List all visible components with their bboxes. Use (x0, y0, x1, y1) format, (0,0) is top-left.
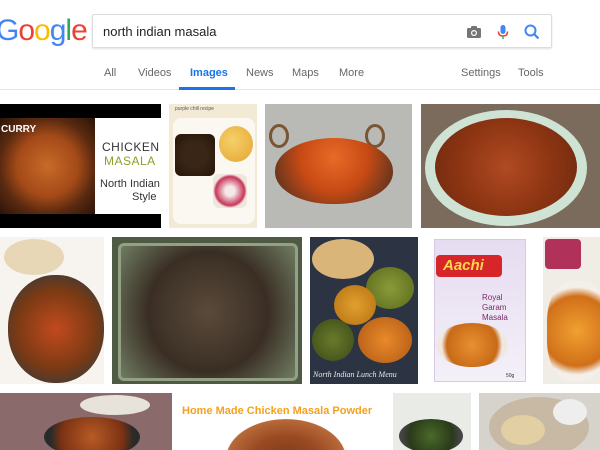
image-result-13[interactable] (479, 393, 600, 450)
tab-images[interactable]: Images (190, 67, 228, 79)
google-logo[interactable]: Google (0, 14, 88, 48)
product-label: Royal (482, 293, 503, 302)
food-photo (312, 239, 374, 279)
image-border (0, 104, 161, 118)
brand-name: Aachi (443, 257, 484, 274)
logo-letter: g (49, 14, 67, 47)
food-photo (269, 124, 289, 148)
food-photo (219, 126, 253, 162)
tools-link[interactable]: Tools (518, 67, 544, 79)
image-result-3[interactable] (265, 104, 412, 228)
food-photo (547, 281, 600, 381)
food-photo (175, 134, 215, 176)
food-photo (275, 138, 393, 204)
header: Google All Videos (0, 0, 600, 90)
product-label: Garam (482, 303, 507, 312)
search-icon[interactable] (522, 22, 542, 42)
tab-news[interactable]: News (246, 67, 274, 79)
food-photo (44, 417, 140, 450)
food-photo (8, 275, 104, 383)
food-photo (312, 319, 354, 361)
image-result-5[interactable] (0, 237, 104, 384)
search-tabs: All Videos Images News Maps More Setting… (0, 56, 600, 90)
image-result-10[interactable] (0, 393, 172, 450)
tab-more[interactable]: More (339, 67, 364, 79)
image-result-9[interactable] (543, 237, 600, 384)
logo-letter: o (18, 14, 35, 47)
image-result-4[interactable] (421, 104, 600, 228)
image-result-8[interactable]: Aachi Royal Garam Masala 50g (426, 237, 535, 384)
food-photo (80, 395, 150, 415)
food-photo (213, 174, 247, 208)
tab-all[interactable]: All (104, 67, 116, 79)
image-overlay-text: MASALA (104, 154, 156, 168)
food-photo (553, 399, 587, 425)
image-result-2[interactable]: purple chili recipe (169, 104, 257, 228)
search-box (92, 14, 552, 48)
image-result-7[interactable]: North Indian Lunch Menu (310, 237, 418, 384)
image-overlay-text: Style (132, 191, 157, 203)
food-photo (334, 285, 376, 325)
image-result-1[interactable]: CURRY CHICKEN MASALA North Indian Style (0, 104, 161, 228)
food-photo (501, 415, 545, 445)
product-weight: 50g (506, 373, 515, 379)
food-photo (436, 323, 508, 367)
image-result-12[interactable] (393, 393, 471, 450)
product-label: Masala (482, 313, 508, 322)
food-photo (358, 317, 412, 363)
image-result-6[interactable] (112, 237, 302, 384)
food-photo (118, 243, 298, 381)
image-overlay-text: Home Made Chicken Masala Powder (182, 405, 373, 417)
logo-letter: o (34, 14, 51, 47)
active-tab-indicator (179, 87, 235, 90)
camera-icon[interactable] (464, 22, 484, 42)
tab-maps[interactable]: Maps (292, 67, 319, 79)
settings-link[interactable]: Settings (461, 67, 501, 79)
image-watermark: purple chili recipe (175, 106, 214, 112)
microphone-icon[interactable] (493, 22, 513, 42)
image-result-11[interactable]: Home Made Chicken Masala Powder (180, 393, 385, 450)
image-overlay-text: North Indian Lunch Menu (313, 370, 397, 379)
logo-letter: G (0, 14, 19, 47)
food-photo (435, 118, 577, 216)
search-input[interactable] (103, 15, 453, 47)
image-overlay-text: CHICKEN (102, 140, 160, 154)
food-photo (226, 419, 346, 450)
food-photo (545, 239, 581, 269)
tab-videos[interactable]: Videos (138, 67, 171, 79)
logo-letter: e (71, 14, 88, 47)
food-photo (399, 419, 463, 450)
image-border (0, 214, 161, 228)
image-overlay-text: CURRY (1, 124, 37, 135)
image-overlay-text: North Indian (100, 178, 160, 190)
food-photo (4, 239, 64, 275)
